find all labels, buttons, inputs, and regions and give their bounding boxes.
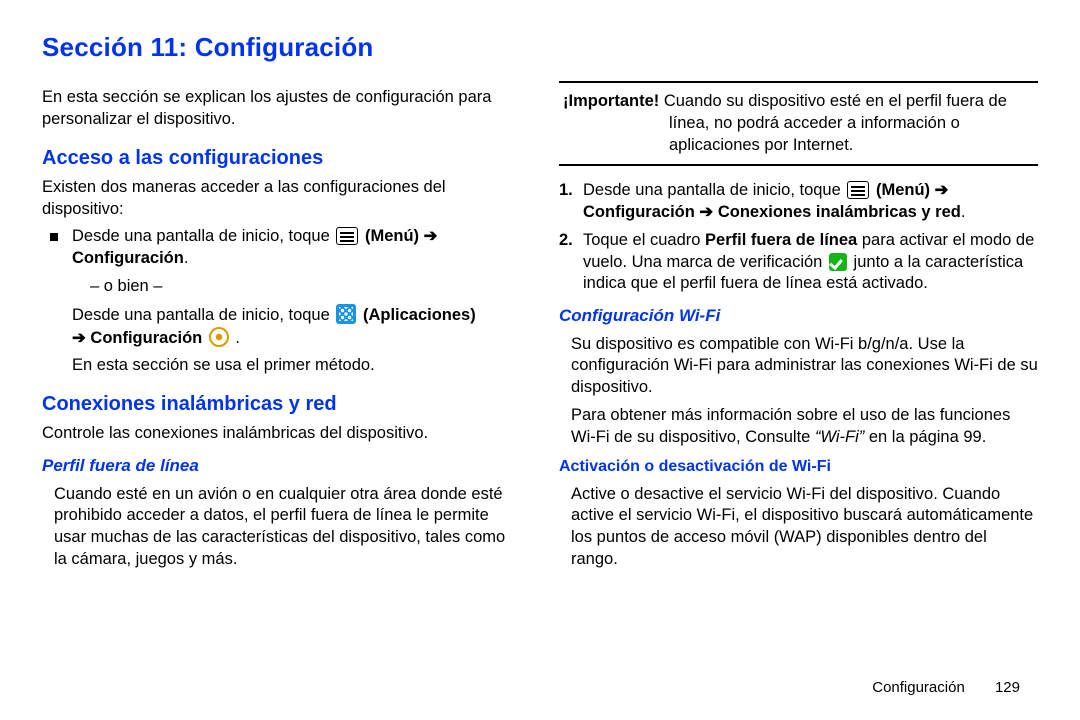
- heading-access: Acceso a las configuraciones: [42, 145, 521, 171]
- step1-pre: Desde una pantalla de inicio, toque: [583, 181, 845, 199]
- arrow-icon: ➔: [424, 227, 438, 245]
- wifi-p2b: en la página 99.: [869, 428, 986, 446]
- opt2-period: .: [235, 329, 240, 347]
- footer-page-number: 129: [995, 679, 1020, 696]
- note-l2: línea, no podrá acceder a información o: [669, 113, 1034, 135]
- step1-path: Configuración ➔ Conexiones inalámbricas …: [583, 203, 961, 221]
- step2-number: 2.: [559, 230, 583, 252]
- menu-icon: [336, 227, 358, 245]
- step-2: 2. Toque el cuadro Perfil fuera de línea…: [559, 230, 1038, 295]
- opt2-pre: Desde una pantalla de inicio, toque: [72, 306, 334, 324]
- menu-icon: [847, 181, 869, 199]
- two-column-layout: En esta sección se explican los ajustes …: [42, 81, 1038, 577]
- bullet-icon: [50, 233, 58, 241]
- access-option-2: Desde una pantalla de inicio, toque (Apl…: [72, 304, 521, 350]
- wifi-p2: Para obtener más información sobre el us…: [571, 405, 1038, 449]
- opt1-pre: Desde una pantalla de inicio, toque: [72, 227, 334, 245]
- heading-offline: Perfil fuera de línea: [42, 455, 521, 477]
- heading-wireless: Conexiones inalámbricas y red: [42, 391, 521, 417]
- access-intro: Existen dos maneras acceder a las config…: [42, 177, 521, 221]
- footer-label: Configuración: [872, 679, 965, 696]
- intro-text: En esta sección se explican los ajustes …: [42, 87, 521, 131]
- step-1: 1. Desde una pantalla de inicio, toque (…: [559, 180, 1038, 224]
- opt1-config: Configuración: [72, 249, 184, 267]
- access-option-1: Desde una pantalla de inicio, toque (Men…: [42, 226, 521, 270]
- step1-menu-label: (Menú): [876, 181, 935, 199]
- offline-body: Cuando esté en un avión o en cualquier o…: [54, 484, 521, 571]
- wifi-ref: “Wi-Fi”: [815, 428, 864, 446]
- note-l3: aplicaciones por Internet.: [669, 135, 1034, 157]
- arrow-icon: ➔: [935, 181, 949, 199]
- step1-number: 1.: [559, 180, 583, 202]
- step2-bold: Perfil fuera de línea: [705, 231, 857, 249]
- section-title: Sección 11: Configuración: [42, 32, 1038, 63]
- apps-icon: [336, 304, 356, 324]
- left-column: En esta sección se explican los ajustes …: [42, 81, 521, 577]
- gear-icon: [209, 327, 229, 347]
- opt2-apps-label: (Aplicaciones): [363, 306, 476, 324]
- check-icon: [829, 253, 847, 271]
- important-note: ¡Importante! Cuando su dispositivo esté …: [559, 81, 1038, 166]
- opt1-menu-label: (Menú): [365, 227, 424, 245]
- period: .: [184, 249, 189, 267]
- wireless-intro: Controle las conexiones inalámbricas del…: [42, 423, 521, 445]
- heading-wifi-toggle: Activación o desactivación de Wi-Fi: [559, 456, 1038, 477]
- opt2-arrow-config: ➔ Configuración: [72, 329, 207, 347]
- note-l1: Cuando su dispositivo esté en el perfil …: [664, 92, 1007, 110]
- wifi-toggle-body: Active o desactive el servicio Wi-Fi del…: [571, 484, 1038, 571]
- heading-wifi: Configuración Wi-Fi: [559, 305, 1038, 327]
- wifi-p1: Su dispositivo es compatible con Wi-Fi b…: [571, 334, 1038, 399]
- page-footer: Configuración 129: [872, 679, 1020, 696]
- or-separator: – o bien –: [90, 276, 521, 298]
- method-note: En esta sección se usa el primer método.: [72, 355, 521, 377]
- step2-a: Toque el cuadro: [583, 231, 705, 249]
- right-column: ¡Importante! Cuando su dispositivo esté …: [559, 81, 1038, 577]
- note-label: ¡Importante!: [563, 92, 664, 110]
